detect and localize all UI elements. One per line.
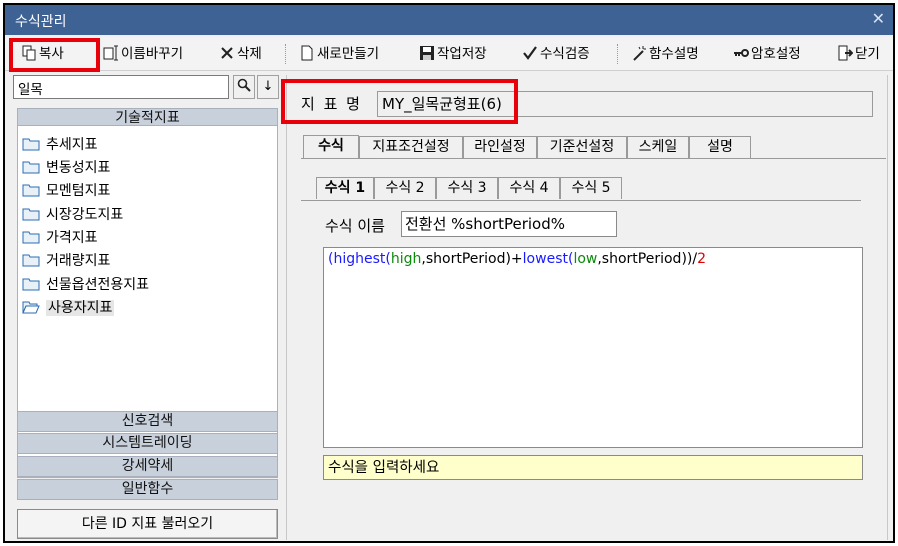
subtab-divider xyxy=(301,200,861,201)
copy-label: 복사 xyxy=(39,46,64,62)
tree-item-selected[interactable]: 사용자지표 xyxy=(22,297,115,319)
tab-formula[interactable]: 수식 xyxy=(303,135,359,159)
indicator-name-field[interactable]: MY_일목균형표(6) xyxy=(377,91,873,117)
tree-item[interactable]: 가격지표 xyxy=(22,227,98,249)
tree-item-label: 사용자지표 xyxy=(46,300,115,316)
folder-icon xyxy=(22,254,40,267)
folder-icon xyxy=(22,161,40,174)
toolbar: 복사 이름바꾸기 삭제 새로만들기 작업저장 수식검증 함수설명 암호설정 닫기 xyxy=(5,37,893,71)
subtab-formula-2[interactable]: 수식 2 xyxy=(374,177,436,199)
floppy-icon xyxy=(420,46,434,60)
group-bull-bear[interactable]: 강세약세 xyxy=(17,456,278,477)
verify-label: 수식검증 xyxy=(540,46,590,62)
tree-item-label: 모멘텀지표 xyxy=(46,183,111,199)
tab-scale[interactable]: 스케일 xyxy=(627,136,689,158)
copy-icon xyxy=(22,45,36,61)
save-button[interactable]: 작업저장 xyxy=(417,43,489,65)
arrow-down-button[interactable]: ↓ xyxy=(257,75,279,99)
folder-icon xyxy=(22,138,40,151)
delete-button[interactable]: 삭제 xyxy=(217,43,264,65)
folder-icon xyxy=(22,208,40,221)
tree-item[interactable]: 변동성지표 xyxy=(22,157,110,179)
tree-item-label: 선물옵션전용지표 xyxy=(46,277,150,293)
formula-token-number: 2 xyxy=(697,251,707,267)
rename-label: 이름바꾸기 xyxy=(121,46,184,62)
tab-description[interactable]: 설명 xyxy=(689,136,751,158)
group-general-functions[interactable]: 일반함수 xyxy=(17,479,278,500)
close-icon[interactable]: ✕ xyxy=(872,9,885,28)
load-other-id-button[interactable]: 다른 ID 지표 불러오기 xyxy=(17,509,278,539)
new-button[interactable]: 새로만들기 xyxy=(297,43,381,65)
formula-manager-window: 수식관리 ✕ 복사 이름바꾸기 삭제 새로만들기 작업저장 수식검증 함수설명 … xyxy=(3,3,895,543)
close-label: 닫기 xyxy=(855,46,880,62)
formula-token-variable: low xyxy=(573,251,598,267)
tree-item-label: 가격지표 xyxy=(46,230,98,246)
function-help-label: 함수설명 xyxy=(649,46,699,62)
subtab-formula-3[interactable]: 수식 3 xyxy=(436,177,498,199)
checkmark-icon xyxy=(523,46,537,60)
tree-item-label: 추세지표 xyxy=(46,137,98,153)
password-label: 암호설정 xyxy=(751,46,801,62)
magnifier-icon xyxy=(237,78,251,92)
search-button[interactable] xyxy=(233,75,255,99)
rename-icon xyxy=(103,45,118,61)
password-button[interactable]: 암호설정 xyxy=(731,43,803,65)
right-panel: 지 표 명 MY_일목균형표(6) 수식 지표조건설정 라인설정 기준선설정 스… xyxy=(286,75,888,540)
group-system-trading[interactable]: 시스템트레이딩 xyxy=(17,433,278,454)
tab-indicator-conditions[interactable]: 지표조건설정 xyxy=(359,136,463,158)
title-bar[interactable]: 수식관리 ✕ xyxy=(5,5,893,35)
toolbar-separator xyxy=(617,44,618,64)
subtab-formula-5[interactable]: 수식 5 xyxy=(560,177,622,199)
tree-item[interactable]: 선물옵션전용지표 xyxy=(22,274,149,296)
tree-item-label: 거래량지표 xyxy=(46,253,111,269)
tab-line-settings[interactable]: 라인설정 xyxy=(463,136,537,158)
indicator-name-label: 지 표 명 xyxy=(301,95,362,113)
arrow-down-icon: ↓ xyxy=(262,79,274,94)
delete-icon xyxy=(221,47,233,59)
tree-item[interactable]: 추세지표 xyxy=(22,134,98,156)
formula-token-variable: high xyxy=(390,251,422,267)
formula-token-function: lowest xyxy=(522,251,568,267)
search-input[interactable]: 일목 xyxy=(13,75,229,99)
tree-item[interactable]: 시장강도지표 xyxy=(22,204,123,226)
magic-wand-icon xyxy=(633,46,646,61)
folder-icon xyxy=(22,278,40,291)
left-panel: 일목 ↓ 기술적지표 추세지표 변동성지표 모멘텀지표 시장강도지표 가격지표 xyxy=(13,75,281,540)
copy-button[interactable]: 복사 xyxy=(19,43,66,65)
toolbar-grip[interactable] xyxy=(9,44,12,64)
folder-icon xyxy=(22,231,40,244)
tree-item[interactable]: 거래량지표 xyxy=(22,250,110,272)
new-file-icon xyxy=(301,45,313,61)
formula-hint: 수식을 입력하세요 xyxy=(323,455,863,480)
subtab-formula-4[interactable]: 수식 4 xyxy=(498,177,560,199)
tab-baseline-settings[interactable]: 기준선설정 xyxy=(537,136,627,158)
formula-token-function: highest xyxy=(333,251,386,267)
subtab-formula-1[interactable]: 수식 1 xyxy=(316,177,374,199)
formula-editor[interactable]: (highest(high,shortPeriod)+lowest(low,sh… xyxy=(323,247,863,448)
function-help-button[interactable]: 함수설명 xyxy=(629,43,701,65)
exit-door-icon xyxy=(838,45,853,61)
window-title: 수식관리 xyxy=(15,14,67,30)
delete-label: 삭제 xyxy=(237,46,262,62)
close-button[interactable]: 닫기 xyxy=(835,43,882,65)
tree-item-label: 변동성지표 xyxy=(46,160,111,176)
folder-open-icon xyxy=(22,301,40,314)
new-label: 새로만들기 xyxy=(317,46,380,62)
folder-icon xyxy=(22,184,40,197)
verify-button[interactable]: 수식검증 xyxy=(520,43,592,65)
formula-name-label: 수식 이름 xyxy=(325,217,385,235)
tree-item-label: 시장강도지표 xyxy=(46,207,124,223)
formula-token: ,shortPeriod)+ xyxy=(421,251,523,267)
group-signal-search[interactable]: 신호검색 xyxy=(17,411,278,432)
save-label: 작업저장 xyxy=(437,46,487,62)
formula-token: ,shortPeriod))/ xyxy=(597,251,698,267)
rename-button[interactable]: 이름바꾸기 xyxy=(101,43,185,65)
toolbar-separator xyxy=(285,44,286,64)
formula-name-input[interactable]: 전환선 %shortPeriod% xyxy=(401,211,617,237)
key-icon xyxy=(734,49,749,57)
tree-item[interactable]: 모멘텀지표 xyxy=(22,180,110,202)
